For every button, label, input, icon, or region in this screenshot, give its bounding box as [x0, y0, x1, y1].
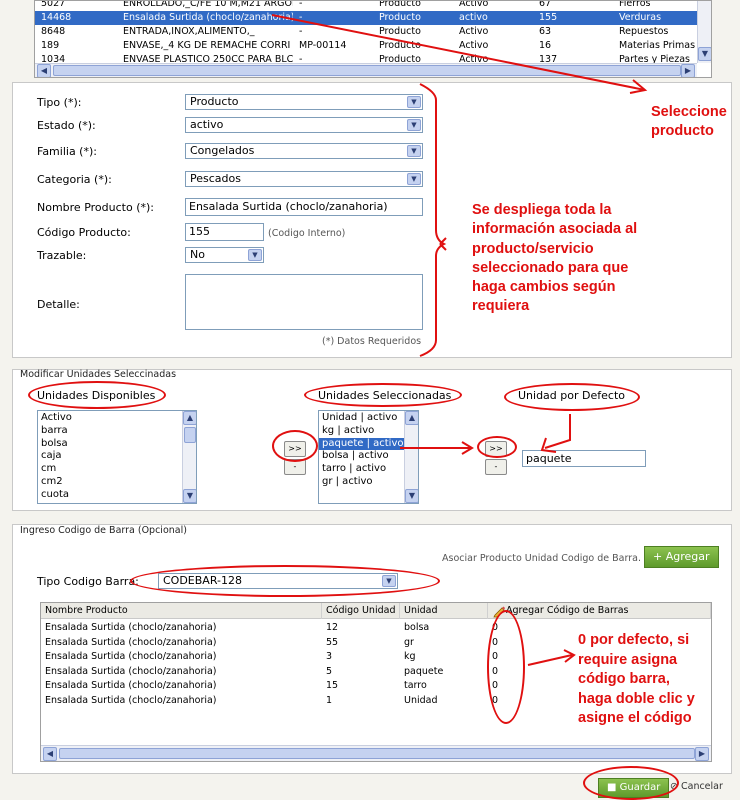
oval-default-button [477, 436, 517, 458]
oval-add-button [272, 430, 318, 462]
note-line: require asigna [578, 651, 678, 668]
note-line: requiera [472, 298, 530, 315]
arrow-to-barcode [527, 654, 573, 666]
note-barcode: 0 por defecto, si require asigna código … [578, 631, 695, 729]
arrow-to-default [544, 414, 571, 449]
note-info: Se despliega toda la información asociad… [472, 201, 637, 317]
oval-save [583, 766, 679, 800]
note-line: asigne el código [578, 710, 692, 726]
oval-default [504, 383, 640, 411]
note-line: producto [651, 123, 714, 139]
brace-form [419, 83, 447, 357]
note-line: código barra, [578, 671, 670, 687]
note-line: Seleccione [651, 104, 727, 120]
oval-selected [304, 383, 462, 407]
note-line: haga doble clic y [578, 690, 695, 707]
note-line: Se despliega toda la [472, 202, 612, 218]
oval-barcode-column [487, 610, 525, 724]
note-select-product: Seleccione producto [651, 103, 727, 141]
note-line: información asociada al [472, 221, 638, 238]
oval-available [28, 381, 166, 409]
note-line: 0 por defecto, si [578, 632, 690, 648]
arrow-to-product [271, 14, 646, 91]
note-line: seleccionado para que [472, 259, 629, 276]
note-line: producto/servicio [472, 240, 594, 257]
oval-barcode-type [130, 565, 440, 597]
note-line: haga cambios según [472, 279, 616, 296]
